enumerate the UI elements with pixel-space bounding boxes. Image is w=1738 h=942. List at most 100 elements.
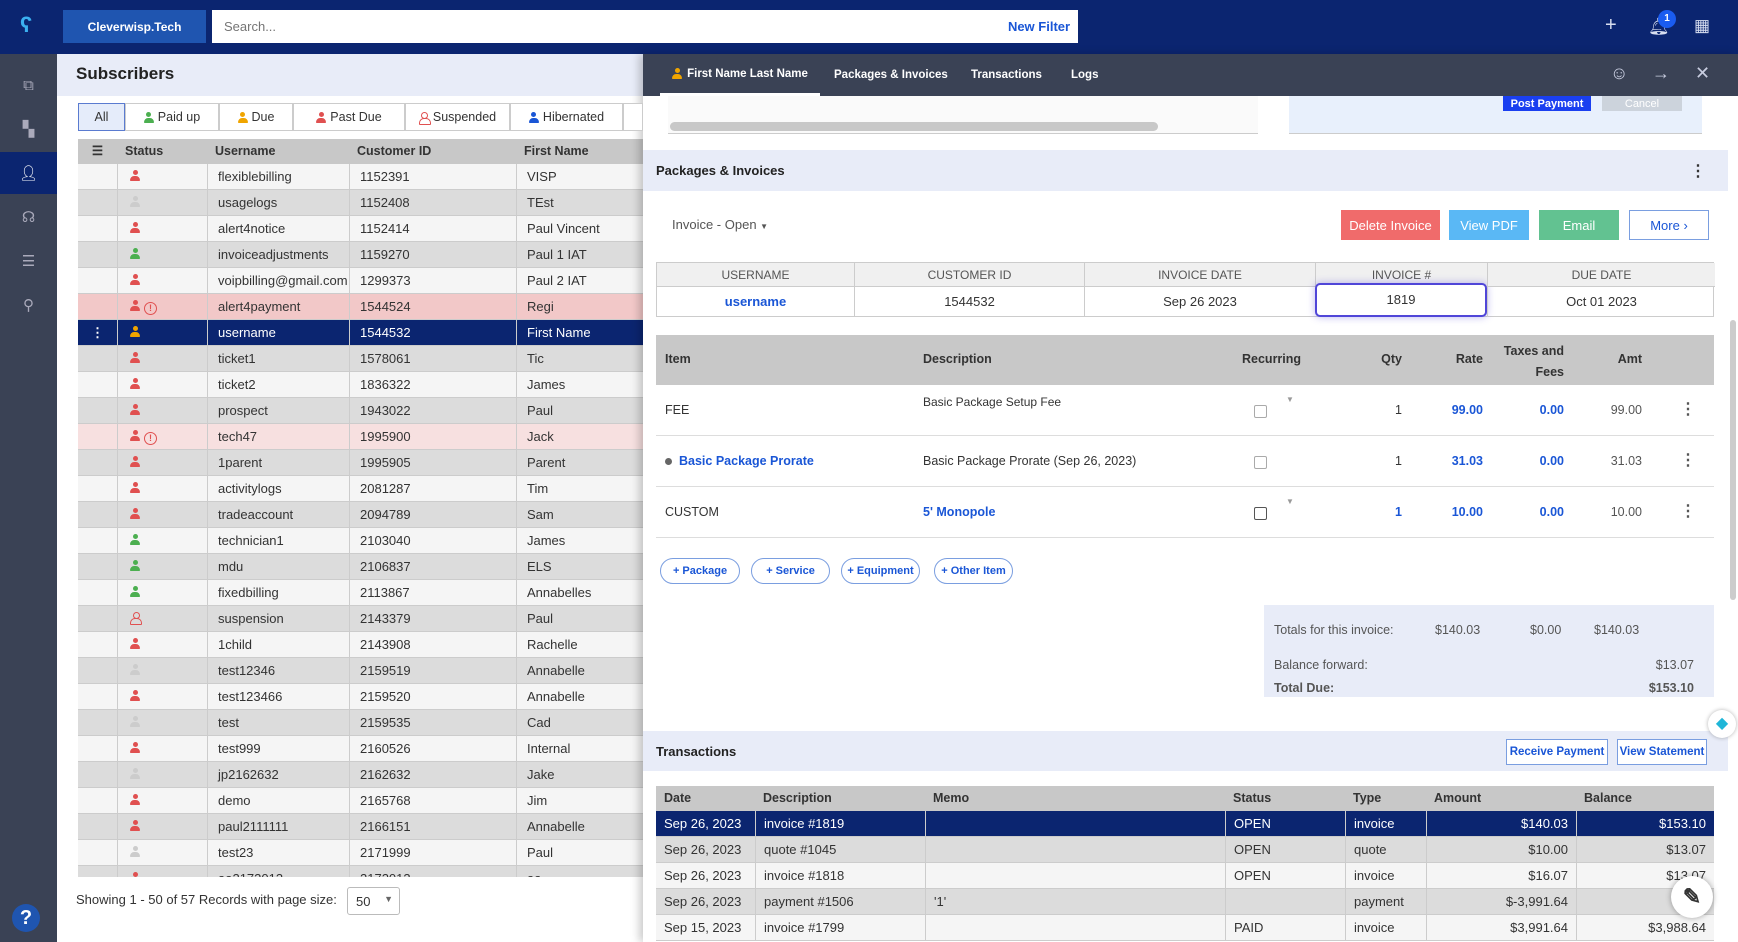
horizontal-scrollbar[interactable]	[670, 122, 1158, 131]
filter-tab-more[interactable]	[623, 103, 643, 131]
logo-icon[interactable]: ʕ	[20, 12, 32, 38]
table-row[interactable]: technician1 2103040 James	[78, 528, 643, 554]
add-service-button[interactable]: + Service	[751, 558, 830, 584]
table-row[interactable]: test23 2171999 Paul	[78, 840, 643, 866]
table-row[interactable]: 1parent 1995905 Parent	[78, 450, 643, 476]
row-menu[interactable]	[78, 658, 117, 684]
row-menu[interactable]	[78, 632, 117, 658]
transaction-row[interactable]: Sep 15, 2023 invoice #1799 PAID invoice $3,9…	[656, 915, 1714, 941]
row-menu[interactable]	[78, 216, 117, 242]
col-customer-id[interactable]: Customer ID	[349, 139, 431, 164]
tab-transactions[interactable]: Transactions	[971, 54, 1042, 96]
row-menu[interactable]	[78, 840, 117, 866]
row-menu[interactable]	[78, 580, 117, 606]
post-payment-button[interactable]: Post Payment	[1503, 96, 1591, 111]
row-menu[interactable]	[78, 762, 117, 788]
tab-name[interactable]: First Name Last Name	[660, 54, 820, 96]
row-menu[interactable]	[78, 528, 117, 554]
col-type[interactable]: Type	[1345, 786, 1426, 811]
email-button[interactable]: Email	[1539, 210, 1619, 240]
assistant-icon[interactable]: ◆	[1708, 710, 1736, 738]
table-row[interactable]: prospect 1943022 Paul	[78, 398, 643, 424]
page-size-select[interactable]: 50 ▼	[347, 887, 400, 915]
col-first-name[interactable]: First Name	[516, 139, 589, 164]
info-value[interactable]: username	[657, 287, 854, 317]
table-row[interactable]: invoiceadjustments 1159270 Paul 1 IAT	[78, 242, 643, 268]
panel-scrollbar[interactable]	[1730, 320, 1736, 600]
row-menu[interactable]	[78, 684, 117, 710]
recurring-checkbox[interactable]	[1254, 456, 1267, 469]
row-menu[interactable]	[78, 476, 117, 502]
filter-tab-paid-up[interactable]: Paid up	[125, 103, 219, 131]
row-menu[interactable]	[78, 736, 117, 762]
more-button[interactable]: More ›	[1629, 210, 1709, 240]
col-date[interactable]: Date	[656, 786, 755, 811]
col-username[interactable]: Username	[207, 139, 275, 164]
add-other-item-button[interactable]: + Other Item	[934, 558, 1013, 584]
col-status[interactable]: Status	[1225, 786, 1345, 811]
transaction-row[interactable]: Sep 26, 2023 invoice #1819 OPEN invoice $140…	[656, 811, 1714, 837]
item-taxes[interactable]: 0.00	[1504, 454, 1564, 468]
table-row[interactable]: ⋮ username 1544532 First Name	[78, 320, 643, 346]
row-menu[interactable]	[78, 268, 117, 294]
row-menu[interactable]	[78, 788, 117, 814]
cancel-button[interactable]: Cancel	[1602, 96, 1682, 111]
table-row[interactable]: activitylogs 2081287 Tim	[78, 476, 643, 502]
kebab-menu-icon[interactable]: ⋮	[1680, 501, 1696, 521]
invoice-select[interactable]: Invoice - Open ▼	[672, 217, 768, 232]
filter-tab-past-due[interactable]: Past Due	[293, 103, 405, 131]
tab-packages-invoices[interactable]: Packages & Invoices	[834, 54, 948, 96]
support-icon[interactable]: ☊	[0, 196, 57, 238]
view-pdf-button[interactable]: View PDF	[1449, 210, 1529, 240]
table-row[interactable]: paul2111111 2166151 Annabelle	[78, 814, 643, 840]
caret-down-icon[interactable]: ▼	[1286, 395, 1294, 404]
row-menu[interactable]: ⋮	[78, 320, 117, 346]
add-equipment-button[interactable]: + Equipment	[841, 558, 920, 584]
table-row[interactable]: jp2162632 2162632 Jake	[78, 762, 643, 788]
table-row[interactable]: alert4notice 1152414 Paul Vincent	[78, 216, 643, 242]
table-row[interactable]: tradeaccount 2094789 Sam	[78, 502, 643, 528]
search-input[interactable]	[212, 10, 1078, 43]
table-row[interactable]: usagelogs 1152408 TEst	[78, 190, 643, 216]
row-menu[interactable]	[78, 866, 117, 877]
row-menu[interactable]	[78, 164, 117, 190]
plus-icon[interactable]: +	[1605, 14, 1617, 37]
invoice-number-field[interactable]: 1819	[1315, 283, 1487, 317]
col-balance[interactable]: Balance	[1576, 786, 1714, 811]
table-row[interactable]: demo 2165768 Jim	[78, 788, 643, 814]
row-menu[interactable]	[78, 346, 117, 372]
table-row[interactable]: ticket1 1578061 Tic	[78, 346, 643, 372]
row-menu[interactable]	[78, 294, 117, 320]
row-menu[interactable]	[78, 606, 117, 632]
new-filter-button[interactable]: New Filter	[1000, 10, 1078, 43]
add-package-button[interactable]: + Package	[660, 558, 740, 584]
table-row[interactable]: test12346 2159519 Annabelle	[78, 658, 643, 684]
row-menu[interactable]	[78, 372, 117, 398]
close-icon[interactable]: ✕	[1695, 63, 1710, 84]
row-menu[interactable]	[78, 450, 117, 476]
table-row[interactable]: ticket2 1836322 James	[78, 372, 643, 398]
table-row[interactable]: ! tech47 1995900 Jack	[78, 424, 643, 450]
item-rate[interactable]: 99.00	[1423, 403, 1483, 417]
apps-grid-icon[interactable]: ▦	[1694, 16, 1710, 36]
table-row[interactable]: voipbilling@gmail.com 1299373 Paul 2 IAT	[78, 268, 643, 294]
row-menu[interactable]	[78, 710, 117, 736]
item-rate[interactable]: 10.00	[1423, 505, 1483, 519]
filter-tab-all[interactable]: All	[78, 103, 125, 131]
row-menu[interactable]	[78, 242, 117, 268]
table-row[interactable]: fixedbilling 2113867 Annabelles	[78, 580, 643, 606]
item-taxes[interactable]: 0.00	[1504, 505, 1564, 519]
table-row[interactable]: ! alert4payment 1544524 Regi	[78, 294, 643, 320]
recurring-checkbox[interactable]	[1254, 507, 1267, 520]
column-menu-icon[interactable]: ☰	[78, 139, 117, 164]
item-qty[interactable]: 1	[1356, 403, 1402, 417]
kebab-menu-icon[interactable]: ⋮	[1690, 161, 1706, 181]
location-icon[interactable]: ⚲	[0, 284, 57, 326]
view-statement-button[interactable]: View Statement	[1617, 739, 1707, 765]
item-description[interactable]: 5' Monopole	[923, 505, 995, 519]
delete-invoice-button[interactable]: Delete Invoice	[1341, 210, 1440, 240]
item-rate[interactable]: 31.03	[1423, 454, 1483, 468]
row-menu[interactable]	[78, 190, 117, 216]
filter-tab-hibernated[interactable]: Hibernated	[510, 103, 623, 131]
row-menu[interactable]	[78, 398, 117, 424]
